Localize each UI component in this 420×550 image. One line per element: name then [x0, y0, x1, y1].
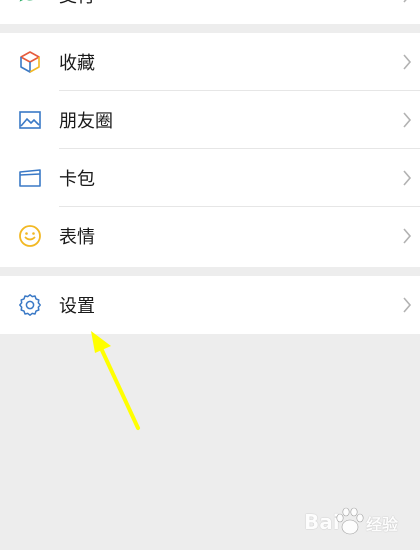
chevron-right-icon: [403, 170, 412, 186]
card-wallet-icon: [19, 169, 41, 187]
menu-item-stickers-label: 表情: [59, 227, 95, 248]
chevron-right-icon: [403, 0, 407, 3]
chevron-right-icon: [403, 297, 412, 313]
watermark-jingyan-text: 经验: [366, 515, 399, 534]
menu-item-stickers[interactable]: 表情: [0, 207, 420, 265]
menu-group-1: 收藏 朋友圈 卡包 表情: [0, 33, 420, 267]
menu-item-favorites[interactable]: 收藏: [0, 33, 420, 91]
pay-icon: [19, 0, 33, 2]
favorites-cube-icon: [20, 51, 40, 73]
sticker-smiley-icon: [19, 225, 41, 247]
chevron-right-icon: [403, 112, 412, 128]
menu-item-moments[interactable]: 朋友圈: [0, 91, 420, 149]
paw-logo-icon: [336, 507, 364, 535]
menu-group-2: 设置: [0, 276, 420, 334]
menu-item-pay-label: 支付: [59, 0, 95, 8]
chevron-right-icon: [403, 228, 412, 244]
menu-item-settings-label: 设置: [59, 296, 95, 317]
baidu-jingyan-watermark: Bai 经验: [304, 505, 414, 539]
menu-item-settings[interactable]: 设置: [0, 276, 420, 334]
settings-gear-icon: [19, 294, 41, 316]
moments-photo-icon: [19, 111, 41, 129]
menu-item-card-wallet[interactable]: 卡包: [0, 149, 420, 207]
menu-item-card-wallet-label: 卡包: [59, 169, 95, 190]
menu-item-pay[interactable]: 支付: [0, 0, 420, 24]
menu-item-moments-label: 朋友圈: [59, 111, 113, 132]
menu-item-favorites-label: 收藏: [59, 53, 95, 74]
top-group: 支付: [0, 0, 420, 24]
chevron-right-icon: [403, 54, 412, 70]
